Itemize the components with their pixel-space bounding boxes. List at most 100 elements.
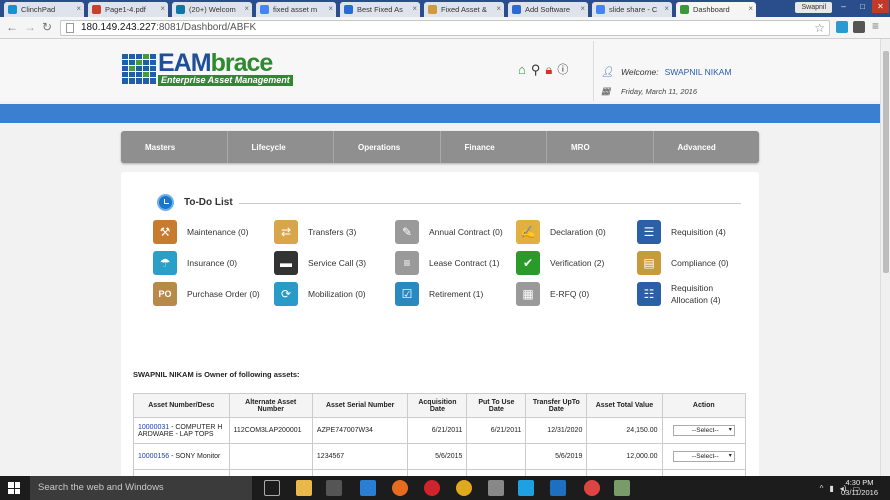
todo-item-label: Annual Contract (0) xyxy=(429,227,503,237)
forward-icon[interactable]: → xyxy=(24,20,36,34)
todo-item-label: Lease Contract (1) xyxy=(429,258,500,268)
tab-close-icon[interactable]: × xyxy=(664,4,669,13)
firefox-icon[interactable] xyxy=(392,480,408,496)
todo-item[interactable]: ☷ Requisition Allocation (4) xyxy=(637,282,747,306)
windows-start-icon[interactable] xyxy=(8,482,20,494)
extension-icon[interactable] xyxy=(836,21,848,33)
browser-tab[interactable]: (20+) Welcom × xyxy=(172,2,252,17)
browser-tab[interactable]: Dashboard × xyxy=(676,2,756,17)
todo-item[interactable]: ⟳ Mobilization (0) xyxy=(274,282,366,306)
app-icon[interactable] xyxy=(614,480,630,496)
todo-item[interactable]: PO Purchase Order (0) xyxy=(153,282,260,306)
menu-item-lifecycle[interactable]: Lifecycle xyxy=(228,131,334,163)
app-icon[interactable] xyxy=(488,480,504,496)
browser-tab[interactable]: fixed asset m × xyxy=(256,2,336,17)
todo-item[interactable]: ✔ Verification (2) xyxy=(516,251,604,275)
taskbar-search[interactable]: Search the web and Windows xyxy=(30,476,252,500)
scrollbar-thumb[interactable] xyxy=(883,51,889,273)
browser-tab[interactable]: Best Fixed As × xyxy=(340,2,420,17)
taskbar-clock[interactable]: 4:30 PM 03/11/2016 xyxy=(841,478,878,498)
eambrace-logo[interactable]: EAMbrace Enterprise Asset Management xyxy=(122,51,293,86)
todo-item[interactable]: ✎ Annual Contract (0) xyxy=(395,220,503,244)
page-scrollbar[interactable] xyxy=(880,39,890,476)
tab-favicon-icon xyxy=(8,5,17,14)
lock-icon[interactable]: 🔒︎ xyxy=(545,63,552,77)
action-select[interactable]: --Select-- xyxy=(672,451,735,462)
browser-tab[interactable]: Add Software × xyxy=(508,2,588,17)
tab-close-icon[interactable]: × xyxy=(328,4,333,13)
todo-item[interactable]: ☰ Requisition (4) xyxy=(637,220,726,244)
todo-item[interactable]: ☂ Insurance (0) xyxy=(153,251,237,275)
todo-item[interactable]: ▤ Compliance (0) xyxy=(637,251,729,275)
close-window-icon[interactable]: ✕ xyxy=(872,0,889,13)
tab-favicon-icon xyxy=(344,5,353,14)
todo-item[interactable]: ⚒ Maintenance (0) xyxy=(153,220,248,244)
todo-item[interactable]: ▦ E-RFQ (0) xyxy=(516,282,589,306)
tab-close-icon[interactable]: × xyxy=(496,4,501,13)
menu-item-advanced[interactable]: Advanced xyxy=(654,131,760,163)
tab-label: Add Software xyxy=(525,5,571,14)
dashboard-panel: To-Do List ⚒ Maintenance (0) ⇄ Transfers (3… xyxy=(121,172,759,476)
allocation-icon: ☷ xyxy=(637,282,661,306)
action-select[interactable]: --Select-- xyxy=(672,425,735,436)
chrome-icon[interactable] xyxy=(456,480,472,496)
menu-item-mro[interactable]: MRO xyxy=(547,131,654,163)
address-bar[interactable]: 180.149.243.227:8081/Dashbord/ABFK ☆ xyxy=(60,20,830,36)
tab-close-icon[interactable]: × xyxy=(244,4,249,13)
tab-label: fixed asset m xyxy=(273,5,318,14)
todo-item[interactable]: ⇄ Transfers (3) xyxy=(274,220,356,244)
serial-number: 1234567 xyxy=(311,443,409,470)
tab-close-icon[interactable]: × xyxy=(76,4,81,13)
put-to-use-date: 6/21/2011 xyxy=(466,417,527,444)
asset-number-link[interactable]: 10000031 xyxy=(138,424,169,431)
tab-close-icon[interactable]: × xyxy=(412,4,417,13)
menu-item-finance[interactable]: Finance xyxy=(441,131,547,163)
extension-icon[interactable] xyxy=(853,21,865,33)
tab-label: Dashboard xyxy=(693,5,730,14)
skype-icon[interactable] xyxy=(518,480,534,496)
todo-item[interactable]: ≡ Lease Contract (1) xyxy=(395,251,499,275)
menu-item-operations[interactable]: Operations xyxy=(334,131,441,163)
tray-up-icon[interactable]: ^ xyxy=(820,484,824,493)
browser-tab[interactable]: ClinchPad × xyxy=(4,2,84,17)
declaration-icon: ✍ xyxy=(516,220,540,244)
retirement-icon: ☑ xyxy=(395,282,419,306)
maximize-icon[interactable]: □ xyxy=(854,0,871,13)
todo-item-label: Mobilization (0) xyxy=(308,289,366,299)
search-icon[interactable]: ⚲ xyxy=(531,63,541,77)
minimize-icon[interactable]: – xyxy=(835,0,852,13)
acquisition-date: 5/6/2015 xyxy=(407,443,468,470)
tab-favicon-icon xyxy=(596,5,605,14)
edge-icon[interactable] xyxy=(360,480,376,496)
task-view-icon[interactable] xyxy=(264,480,280,496)
user-name[interactable]: SWAPNIL NIKAM xyxy=(665,67,732,77)
tab-favicon-icon xyxy=(260,5,269,14)
bookmark-star-icon[interactable]: ☆ xyxy=(814,21,825,35)
opera-icon[interactable] xyxy=(424,480,440,496)
asset-number-link[interactable]: 10000156 xyxy=(138,453,169,460)
back-icon[interactable]: ← xyxy=(6,20,18,34)
info-icon[interactable]: ⓘ xyxy=(557,63,568,77)
browser-tab[interactable]: slide share - C × xyxy=(592,2,672,17)
todo-item[interactable]: ✍ Declaration (0) xyxy=(516,220,606,244)
chrome-active-icon[interactable] xyxy=(584,480,600,496)
tab-close-icon[interactable]: × xyxy=(160,4,165,13)
browser-tab[interactable]: Fixed Asset & × xyxy=(424,2,504,17)
browser-user-chip[interactable]: Swapnil xyxy=(795,2,832,13)
home-icon[interactable]: ⌂ xyxy=(518,63,526,77)
file-explorer-icon[interactable] xyxy=(296,480,312,496)
todo-item-label: Retirement (1) xyxy=(429,289,484,299)
reload-icon[interactable]: ↻ xyxy=(42,20,52,34)
network-icon[interactable]: ▮ xyxy=(829,484,833,493)
todo-item[interactable]: ▬ Service Call (3) xyxy=(274,251,366,275)
tab-close-icon[interactable]: × xyxy=(748,4,753,13)
clock-icon xyxy=(157,194,174,211)
store-icon[interactable] xyxy=(326,480,342,496)
menu-item-masters[interactable]: Masters xyxy=(121,131,228,163)
transfer-date: 5/6/2019 xyxy=(525,443,588,470)
tab-close-icon[interactable]: × xyxy=(580,4,585,13)
browser-tab[interactable]: Page1-4.pdf × xyxy=(88,2,168,17)
outlook-icon[interactable] xyxy=(550,480,566,496)
todo-item[interactable]: ☑ Retirement (1) xyxy=(395,282,483,306)
menu-icon[interactable]: ≡ xyxy=(872,19,879,33)
